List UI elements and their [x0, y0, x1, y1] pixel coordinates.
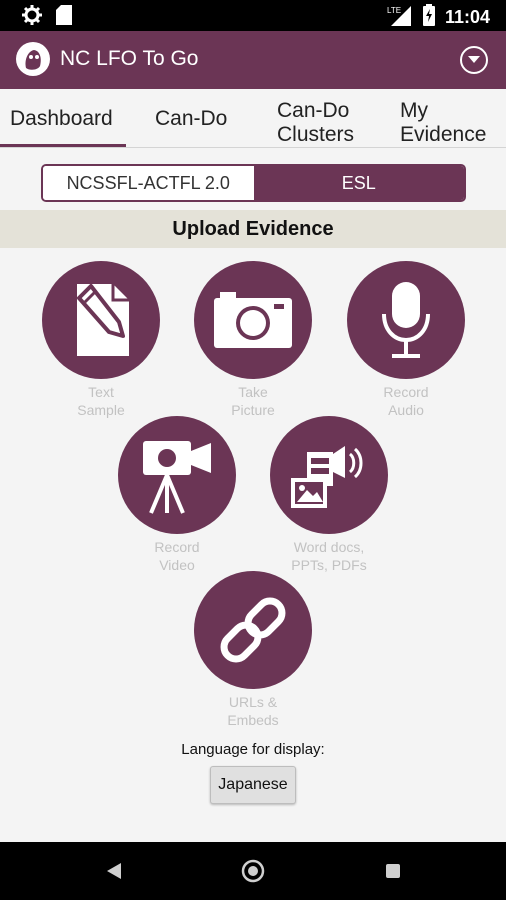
- upload-record-audio-button[interactable]: Record Audio: [336, 261, 476, 419]
- home-icon[interactable]: [238, 856, 268, 886]
- svg-text:LTE: LTE: [387, 6, 401, 15]
- chevron-down-circle-icon[interactable]: [460, 46, 488, 74]
- upload-text-sample-button[interactable]: Text Sample: [31, 261, 171, 419]
- language-button[interactable]: Japanese: [210, 766, 296, 804]
- upload-links-button[interactable]: URLs & Embeds: [183, 571, 323, 729]
- section-title: Upload Evidence: [0, 210, 506, 248]
- documents-icon: [270, 416, 388, 534]
- upload-option-label: URLs & Embeds: [227, 694, 279, 728]
- settings-icon: [22, 5, 42, 29]
- camera-icon: [194, 261, 312, 379]
- upload-record-video-button[interactable]: Record Video: [107, 416, 247, 574]
- tab-can-do-clusters[interactable]: Can-Do Clusters: [277, 89, 377, 147]
- upload-option-label: Text Sample: [77, 384, 125, 418]
- navigation-bar: [0, 842, 506, 900]
- tab-can-do[interactable]: Can-Do: [155, 89, 255, 147]
- video-camera-icon: [118, 416, 236, 534]
- sd-card-icon: [56, 5, 72, 29]
- back-icon[interactable]: [99, 856, 129, 886]
- segment-ncssfl-actfl[interactable]: NCSSFL-ACTFL 2.0: [43, 166, 254, 200]
- language-label: Language for display:: [181, 741, 325, 758]
- signal-icon: LTE: [387, 4, 413, 30]
- microphone-icon: [347, 261, 465, 379]
- tab-my-evidence[interactable]: My Evidence: [400, 89, 506, 147]
- segment-esl[interactable]: ESL: [253, 166, 464, 200]
- upload-option-label: Record Video: [154, 539, 200, 573]
- upload-take-picture-button[interactable]: Take Picture: [183, 261, 323, 419]
- battery-icon: [422, 4, 435, 30]
- text-sample-icon: [42, 261, 160, 379]
- link-icon: [194, 571, 312, 689]
- upload-option-label: Take Picture: [231, 384, 275, 418]
- framework-toggle: NCSSFL-ACTFL 2.0 ESL: [41, 164, 466, 202]
- upload-documents-button[interactable]: Word docs, PPTs, PDFs: [259, 416, 399, 574]
- owl-logo-icon: [16, 42, 50, 76]
- tab-dashboard[interactable]: Dashboard: [0, 89, 126, 147]
- tab-bar: Dashboard Can-Do Can-Do Clusters My Evid…: [0, 89, 506, 148]
- upload-option-label: Word docs, PPTs, PDFs: [291, 539, 367, 573]
- clock: 11:04: [444, 6, 490, 27]
- app-title: NC LFO To Go: [60, 47, 199, 70]
- recents-icon[interactable]: [378, 856, 408, 886]
- app-bar: NC LFO To Go: [0, 31, 506, 89]
- status-bar: LTE 11:04: [0, 0, 506, 31]
- upload-option-label: Record Audio: [383, 384, 429, 418]
